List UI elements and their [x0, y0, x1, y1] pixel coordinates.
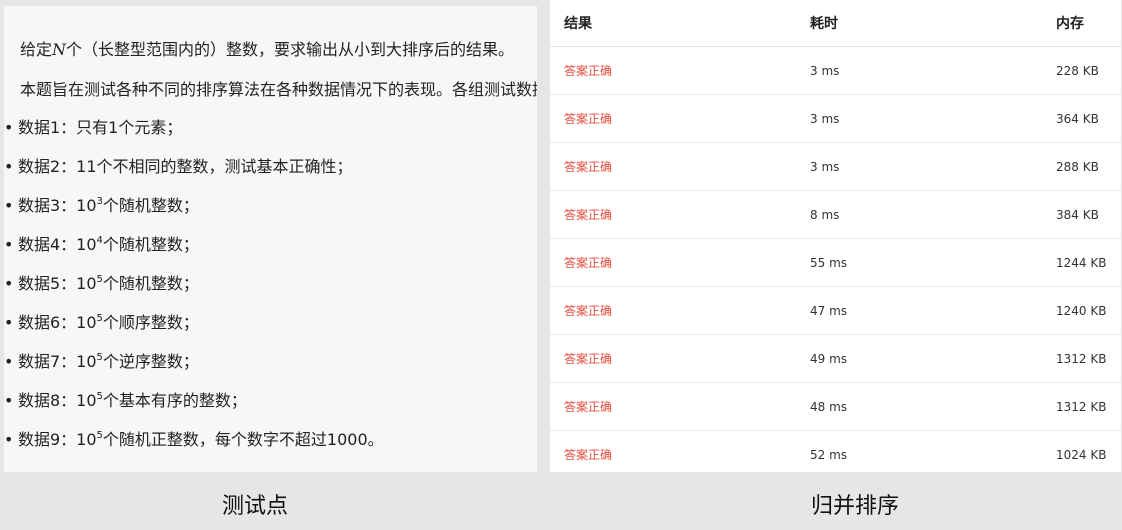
time-cell: 55 ms [810, 238, 1056, 287]
item-prefix: 数据6：10 [18, 313, 97, 332]
intro-prefix: 给定 [20, 40, 53, 59]
memory-cell: 1244 KB [1056, 238, 1121, 287]
status-cell[interactable]: 答案正确 [550, 382, 810, 431]
time-cell: 3 ms [810, 142, 1056, 191]
item-suffix: 个随机整数； [102, 196, 199, 215]
table-row[interactable]: 答案正确 3 ms 228 KB [550, 46, 1121, 95]
bullet-icon: • [4, 118, 14, 137]
results-table: 结果 耗时 内存 答案正确 3 ms 228 KB 答案正确 3 ms 364 KB 答… [550, 0, 1121, 472]
bullet-icon: • [4, 274, 14, 293]
memory-cell: 384 KB [1056, 190, 1121, 239]
time-cell: 47 ms [810, 286, 1056, 335]
status-cell[interactable]: 答案正确 [550, 238, 810, 287]
results-panel: 结果 耗时 内存 答案正确 3 ms 228 KB 答案正确 3 ms 364 KB 答… [550, 0, 1121, 472]
table-row[interactable]: 答案正确 3 ms 364 KB [550, 94, 1121, 143]
memory-cell: 1024 KB [1056, 430, 1121, 472]
bullet-icon: • [4, 313, 14, 332]
status-cell[interactable]: 答案正确 [550, 46, 810, 95]
item-exponent: 5 [96, 312, 103, 324]
bullet-icon: • [4, 430, 14, 449]
time-cell: 8 ms [810, 190, 1056, 239]
item-prefix: 数据8：10 [18, 391, 97, 410]
item-suffix: 个逆序整数； [102, 352, 199, 371]
item-exponent: 5 [96, 351, 103, 363]
header-time: 耗时 [810, 0, 1056, 47]
status-cell[interactable]: 答案正确 [550, 94, 810, 143]
test-data-item: • 数据2：11个不相同的整数，测试基本正确性； [4, 153, 353, 177]
bullet-icon: • [4, 235, 14, 254]
item-exponent: 3 [96, 195, 103, 207]
item-exponent: 4 [96, 234, 103, 246]
header-status: 结果 [550, 0, 810, 47]
status-cell[interactable]: 答案正确 [550, 334, 810, 383]
item-exponent: 5 [96, 429, 103, 441]
caption-test-points: 测试点 [221, 494, 288, 519]
test-data-item: • 数据5：105个随机整数； [4, 270, 199, 294]
table-header-row: 结果 耗时 内存 [550, 0, 1121, 47]
test-data-item: • 数据1：只有1个元素； [4, 114, 182, 138]
test-data-item: • 数据7：105个逆序整数； [4, 348, 199, 372]
memory-cell: 364 KB [1056, 94, 1121, 143]
test-data-item: • 数据4：104个随机整数； [4, 231, 199, 255]
status-cell[interactable]: 答案正确 [550, 142, 810, 191]
bullet-icon: • [4, 352, 14, 371]
problem-intro: 给定N个（长整型范围内的）整数，要求输出从小到大排序后的结果。 [20, 36, 514, 60]
table-row[interactable]: 答案正确 8 ms 384 KB [550, 190, 1121, 239]
test-data-item: • 数据9：105个随机正整数，每个数字不超过1000。 [4, 426, 384, 450]
header-memory: 内存 [1056, 0, 1121, 47]
item-prefix: 数据9：10 [18, 430, 97, 449]
time-cell: 3 ms [810, 46, 1056, 95]
memory-cell: 1312 KB [1056, 382, 1121, 431]
memory-cell: 1312 KB [1056, 334, 1121, 383]
item-prefix: 数据4：10 [18, 235, 97, 254]
memory-cell: 1240 KB [1056, 286, 1121, 335]
time-cell: 52 ms [810, 430, 1056, 472]
table-row[interactable]: 答案正确 47 ms 1240 KB [550, 286, 1121, 335]
bullet-icon: • [4, 157, 14, 176]
time-cell: 49 ms [810, 334, 1056, 383]
test-data-item: • 数据6：105个顺序整数； [4, 309, 199, 333]
caption-merge-sort: 归并排序 [810, 494, 899, 519]
table-row[interactable]: 答案正确 52 ms 1024 KB [550, 430, 1121, 472]
table-row[interactable]: 答案正确 48 ms 1312 KB [550, 382, 1121, 431]
item-suffix: 个基本有序的整数； [102, 391, 247, 410]
time-cell: 48 ms [810, 382, 1056, 431]
item-prefix: 数据3：10 [18, 196, 97, 215]
problem-description: 本题旨在测试各种不同的排序算法在各种数据情况下的表现。各组测试数据 [20, 80, 537, 99]
table-row[interactable]: 答案正确 55 ms 1244 KB [550, 238, 1121, 287]
memory-cell: 228 KB [1056, 46, 1121, 95]
intro-suffix: 个（长整型范围内的）整数，要求输出从小到大排序后的结果。 [66, 40, 515, 59]
problem-panel: 给定N个（长整型范围内的）整数，要求输出从小到大排序后的结果。 本题旨在测试各种… [4, 6, 537, 472]
item-suffix: 个随机整数； [102, 274, 199, 293]
table-row[interactable]: 答案正确 49 ms 1312 KB [550, 334, 1121, 383]
item-exponent: 5 [96, 273, 103, 285]
item-exponent: 5 [96, 390, 103, 402]
table-row[interactable]: 答案正确 3 ms 288 KB [550, 142, 1121, 191]
item-suffix: 个顺序整数； [102, 313, 199, 332]
item-suffix: 个随机正整数，每个数字不超过1000。 [102, 430, 384, 449]
status-cell[interactable]: 答案正确 [550, 430, 810, 472]
test-data-item: • 数据3：103个随机整数； [4, 192, 199, 216]
item-prefix: 数据7：10 [18, 352, 97, 371]
item-prefix: 数据5：10 [18, 274, 97, 293]
bullet-icon: • [4, 196, 14, 215]
status-cell[interactable]: 答案正确 [550, 190, 810, 239]
intro-variable: N [52, 40, 67, 59]
bullet-icon: • [4, 391, 14, 410]
item-suffix: 个随机整数； [102, 235, 199, 254]
time-cell: 3 ms [810, 94, 1056, 143]
item-label: 数据1：只有1个元素； [18, 118, 183, 137]
status-cell[interactable]: 答案正确 [550, 286, 810, 335]
item-label: 数据2：11个不相同的整数，测试基本正确性； [18, 157, 353, 176]
test-data-item: • 数据8：105个基本有序的整数； [4, 387, 247, 411]
memory-cell: 288 KB [1056, 142, 1121, 191]
